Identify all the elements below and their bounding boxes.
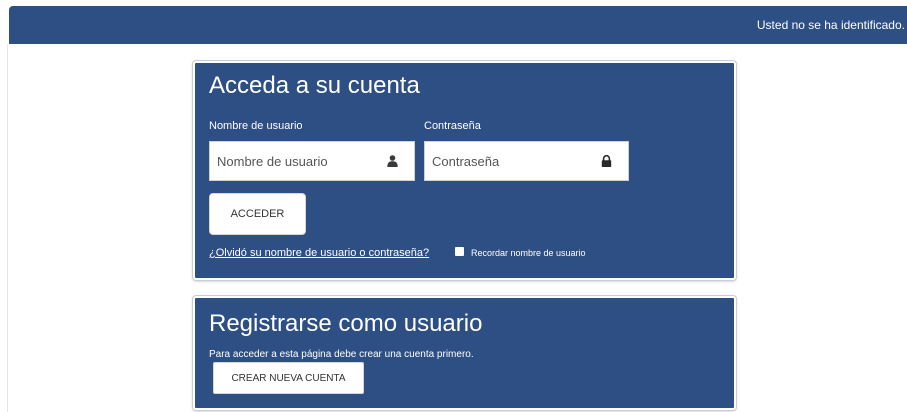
username-label: Nombre de usuario — [209, 120, 303, 132]
password-field[interactable] — [424, 141, 629, 181]
password-input[interactable] — [425, 142, 602, 180]
password-label: Contraseña — [424, 120, 481, 132]
create-account-button[interactable]: CREAR NUEVA CUENTA — [213, 362, 364, 394]
register-description: Para acceder a esta página debe crear un… — [209, 349, 474, 360]
remember-username-checkbox[interactable] — [455, 247, 464, 256]
login-card: Acceda a su cuenta Nombre de usuario Con… — [193, 61, 736, 280]
forgot-credentials-link[interactable]: ¿Olvidó su nombre de usuario o contraseñ… — [209, 247, 429, 259]
login-status-text: Usted no se ha identificado. — [756, 18, 905, 32]
login-button[interactable]: ACCEDER — [209, 193, 306, 235]
login-title: Acceda a su cuenta — [209, 72, 420, 99]
user-icon — [387, 155, 398, 167]
login-page: Usted no se ha identificado. Acceda a su… — [0, 0, 907, 412]
username-input[interactable] — [210, 142, 387, 180]
top-navbar: Usted no se ha identificado. — [9, 6, 907, 44]
username-field[interactable] — [209, 141, 415, 181]
remember-username-label: Recordar nombre de usuario — [471, 248, 586, 258]
register-card: Registrarse como usuario Para acceder a … — [193, 296, 736, 410]
lock-icon — [601, 155, 612, 167]
left-divider — [7, 44, 8, 412]
register-title: Registrarse como usuario — [209, 310, 483, 337]
